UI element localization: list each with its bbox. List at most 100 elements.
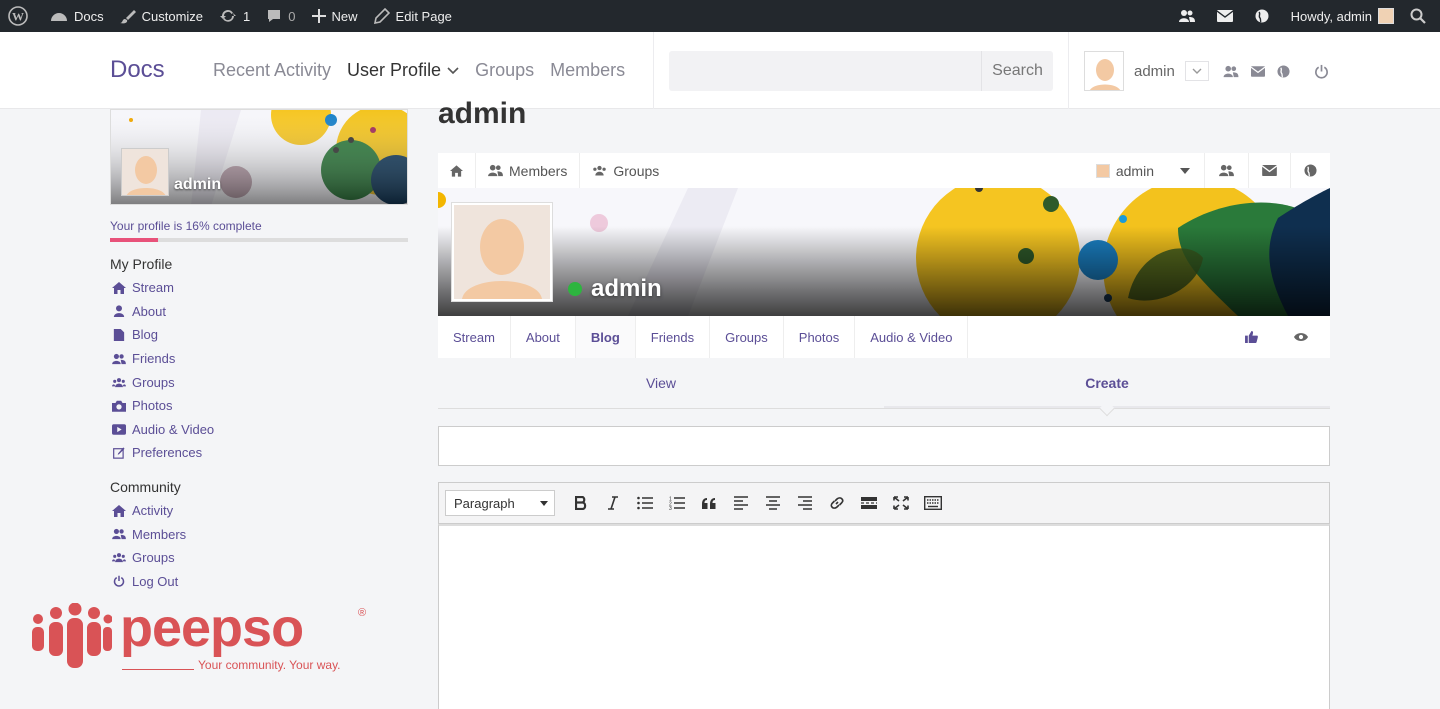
admin-bar-comments[interactable]: 0 <box>258 0 303 32</box>
admin-bar-new[interactable]: New <box>304 0 366 32</box>
site-brand[interactable]: Docs <box>110 56 165 84</box>
sidebar-item-activity[interactable]: Activity <box>110 499 408 523</box>
search-button[interactable]: Search <box>981 51 1053 91</box>
messages-notification-icon[interactable] <box>1209 0 1247 32</box>
admin-bar-site[interactable]: Docs <box>42 0 112 32</box>
wordpress-logo-icon[interactable]: W <box>0 0 42 32</box>
nav-members[interactable]: Members <box>550 60 625 81</box>
focus-groups[interactable]: Groups <box>580 153 671 188</box>
home-icon <box>450 164 463 177</box>
read-more-button[interactable] <box>855 489 883 517</box>
bullet-list-button[interactable] <box>631 489 659 517</box>
tab-friends[interactable]: Friends <box>636 316 711 358</box>
header-notification-icons <box>1223 64 1329 79</box>
align-left-button[interactable] <box>727 489 755 517</box>
focus-user-label: admin <box>1115 162 1154 179</box>
italic-button[interactable] <box>599 489 627 517</box>
fullscreen-button[interactable] <box>887 489 915 517</box>
sidebar-item-groups[interactable]: Groups <box>110 370 408 394</box>
sidebar-item-photos[interactable]: Photos <box>110 394 408 418</box>
insert-link-button[interactable] <box>823 489 851 517</box>
sidebar-item-label: Groups <box>132 550 175 566</box>
tab-blog[interactable]: Blog <box>575 316 636 358</box>
edit-icon <box>113 447 125 459</box>
focus-messages[interactable] <box>1248 153 1290 188</box>
sidebar-item-preferences[interactable]: Preferences <box>110 441 408 465</box>
envelope-icon[interactable] <box>1250 65 1265 77</box>
profile-completion-bar <box>110 238 408 242</box>
power-icon[interactable] <box>1314 64 1329 79</box>
tab-groups[interactable]: Groups <box>710 316 784 358</box>
nav-recent-activity[interactable]: Recent Activity <box>213 60 331 81</box>
format-select[interactable]: Paragraph <box>445 490 555 516</box>
post-content-editor[interactable] <box>438 524 1330 709</box>
admin-bar-customize[interactable]: Customize <box>112 0 211 32</box>
header-username[interactable]: admin <box>1134 63 1175 80</box>
sidebar-cover[interactable]: admin <box>110 109 408 205</box>
sidebar-cover-name[interactable]: admin <box>174 176 221 194</box>
nav-user-profile[interactable]: User Profile <box>347 60 459 81</box>
page-title: admin <box>438 97 527 130</box>
profile-avatar[interactable] <box>452 203 552 301</box>
tab-photos[interactable]: Photos <box>784 316 856 358</box>
header-divider <box>1068 32 1069 109</box>
focus-notifications[interactable] <box>1290 153 1330 188</box>
admin-bar-updates[interactable]: 1 <box>211 0 258 32</box>
sidebar-item-label: Activity <box>132 503 174 519</box>
user-dropdown-toggle[interactable] <box>1184 61 1209 81</box>
align-center-button[interactable] <box>759 489 787 517</box>
globe-icon[interactable] <box>1277 64 1290 78</box>
admin-bar-site-label: Docs <box>74 8 104 24</box>
header-avatar[interactable] <box>1084 51 1124 91</box>
document-icon <box>113 328 125 341</box>
numbered-list-button[interactable]: 123 <box>663 489 691 517</box>
post-title-input[interactable] <box>438 426 1330 466</box>
sidebar-item-logout[interactable]: Log Out <box>110 570 408 594</box>
toolbar-toggle-button[interactable] <box>919 489 947 517</box>
sidebar-item-audio-video[interactable]: Audio & Video <box>110 418 408 442</box>
sidebar-item-friends[interactable]: Friends <box>110 347 408 371</box>
eye-icon[interactable] <box>1294 332 1308 342</box>
profile-completion-text: Your profile is 16% complete <box>110 219 262 233</box>
sidebar-item-label: Stream <box>132 280 174 296</box>
admin-bar-search-icon[interactable] <box>1402 0 1440 32</box>
globe-notification-icon[interactable] <box>1247 0 1283 32</box>
bold-button[interactable] <box>567 489 595 517</box>
sidebar-item-stream[interactable]: Stream <box>110 276 408 300</box>
admin-bar-customize-label: Customize <box>141 8 204 24</box>
align-right-button[interactable] <box>791 489 819 517</box>
sidebar-item-label: Groups <box>132 374 175 390</box>
sidebar-item-community-groups[interactable]: Groups <box>110 546 408 570</box>
thumbs-up-icon[interactable] <box>1245 331 1258 343</box>
sidebar-avatar[interactable] <box>121 148 169 196</box>
profile-completion-fill <box>110 238 158 242</box>
read-more-icon <box>861 497 877 509</box>
admin-bar-edit-page[interactable]: Edit Page <box>366 0 460 32</box>
tab-audio-video[interactable]: Audio & Video <box>855 316 969 358</box>
focus-user[interactable]: admin <box>1084 153 1166 188</box>
tab-stream[interactable]: Stream <box>438 316 511 358</box>
sidebar-item-blog[interactable]: Blog <box>110 323 408 347</box>
sidebar-item-members[interactable]: Members <box>110 522 408 546</box>
profile-sidebar: admin Your profile is 16% complete My Pr… <box>110 109 408 593</box>
tab-view[interactable]: View <box>438 375 884 408</box>
tab-create[interactable]: Create <box>884 375 1330 408</box>
sidebar-item-about[interactable]: About <box>110 300 408 324</box>
user-icon <box>113 305 125 318</box>
tab-about[interactable]: About <box>511 316 576 358</box>
nav-groups[interactable]: Groups <box>475 60 534 81</box>
profile-cover: admin <box>438 188 1330 316</box>
blockquote-button[interactable] <box>695 489 723 517</box>
friends-icon <box>112 353 126 364</box>
focus-home[interactable] <box>438 153 476 188</box>
focus-friends[interactable] <box>1204 153 1248 188</box>
focus-user-dropdown[interactable] <box>1166 153 1204 188</box>
howdy-label: Howdy, admin <box>1290 8 1372 24</box>
chevron-down-icon <box>1192 68 1202 74</box>
search-input[interactable] <box>669 51 981 91</box>
focus-members[interactable]: Members <box>476 153 581 188</box>
friends-icon[interactable] <box>1223 65 1239 78</box>
friends-notification-icon[interactable] <box>1171 0 1209 32</box>
howdy-user[interactable]: Howdy, admin <box>1283 0 1402 32</box>
home-icon <box>112 504 126 517</box>
